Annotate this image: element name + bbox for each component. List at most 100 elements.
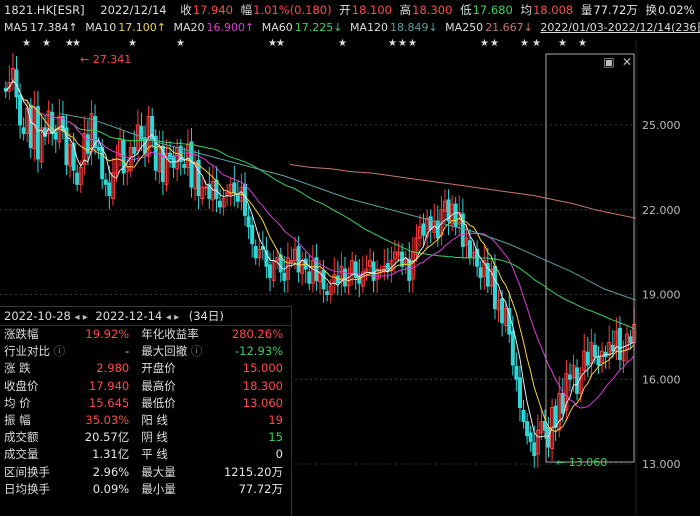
stats-row: 行业对比 ⓘ - 最大回撤 ⓘ -12.93% — [0, 343, 291, 360]
event-star[interactable]: ★ — [176, 38, 185, 49]
max-price-label: ← 27.341 — [80, 53, 131, 66]
candle-body — [307, 271, 312, 284]
stats-row: 日均换手 0.09% 最小量 77.72万 — [0, 481, 291, 498]
event-star[interactable]: ★ — [558, 38, 567, 49]
y-tick-label: 13.000 — [642, 458, 681, 471]
event-star[interactable]: ★ — [532, 38, 541, 49]
range-stats-panel: 2022-10-28 ◂ ▸ 2022-12-14 ◂ ▸ (34日) 涨跌幅 1… — [0, 306, 292, 516]
candle-body — [514, 366, 519, 380]
candle-body — [575, 367, 580, 394]
candle-body — [585, 351, 590, 366]
event-star[interactable]: ★ — [128, 38, 137, 49]
candle-body — [282, 272, 287, 281]
y-tick-label: 25.000 — [642, 119, 681, 132]
stat-label: 振 幅 — [4, 413, 31, 428]
candle-body — [628, 336, 633, 344]
event-star[interactable]: ★ — [408, 38, 417, 49]
event-star[interactable]: ★ — [398, 38, 407, 49]
stat-value: 17.940 — [88, 378, 130, 393]
candle-body — [560, 392, 565, 414]
event-star[interactable]: ★ — [578, 38, 587, 49]
candle-body — [492, 265, 497, 310]
range-days: (34日) — [188, 309, 224, 323]
candle-body — [232, 182, 237, 194]
event-star[interactable]: ★ — [338, 38, 347, 49]
range-end-arrows[interactable]: ◂ ▸ — [166, 312, 179, 323]
stat-label: 最大回撤 ⓘ — [137, 343, 213, 360]
event-star[interactable]: ★ — [42, 38, 51, 49]
candle-body — [28, 104, 33, 149]
event-star[interactable]: ★ — [276, 38, 285, 49]
candle-body — [421, 223, 426, 236]
candle-body — [296, 245, 301, 273]
candle-body — [218, 200, 223, 208]
stat-value: 15 — [268, 430, 283, 445]
stats-row: 振 幅 35.03% 阳 线 19 — [0, 412, 291, 429]
maximize-icon[interactable]: ▣ — [602, 56, 616, 68]
stat-label: 最大量 — [141, 464, 176, 479]
candle-body — [253, 245, 258, 259]
stat-value: 2.96% — [92, 464, 130, 479]
stats-row: 成交量 1.31亿平 线 0 — [0, 446, 291, 463]
stat-label: 开盘价 — [141, 361, 176, 376]
candle-body — [246, 216, 251, 228]
stat-label: 涨跌幅 — [4, 327, 39, 342]
range-stats-header: 2022-10-28 ◂ ▸ 2022-12-14 ◂ ▸ (34日) — [0, 307, 291, 326]
y-axis: 25.000 22.000 19.000 16.000 13.000 — [642, 119, 681, 471]
candle-body — [532, 442, 537, 457]
event-star[interactable]: ★ — [72, 38, 81, 49]
range-end[interactable]: 2022-12-14 — [95, 309, 162, 323]
candle-body — [385, 262, 390, 270]
candle-body — [500, 298, 505, 324]
stat-value: 19.92% — [85, 327, 130, 342]
stat-value: 20.57亿 — [84, 430, 130, 445]
stat-label: 均 价 — [4, 395, 31, 410]
stats-row: 涨跌幅 19.92% 年化收益率 280.26% — [0, 326, 291, 343]
stat-value: 2.980 — [96, 361, 130, 376]
candle-body — [428, 216, 433, 231]
candle-body — [107, 182, 112, 197]
event-star[interactable]: ★ — [388, 38, 397, 49]
candle-body — [53, 131, 58, 140]
candle-body — [18, 94, 23, 126]
stats-row: 均 价 15.645 最低价 13.060 — [0, 395, 291, 412]
stats-row: 区间换手 2.96% 最大量 1215.20万 — [0, 464, 291, 481]
close-icon[interactable]: ✕ — [620, 56, 634, 68]
stat-label: 最小量 — [141, 481, 176, 496]
stat-value: -12.93% — [235, 344, 283, 359]
candle-body — [189, 141, 194, 188]
range-start[interactable]: 2022-10-28 — [4, 309, 71, 323]
stat-label-text: 最大回撤 — [141, 344, 188, 359]
candle-body — [371, 261, 376, 281]
candle-body — [132, 147, 137, 154]
event-star[interactable]: ★ — [22, 38, 31, 49]
event-star[interactable]: ★ — [490, 38, 499, 49]
candle-body — [467, 240, 472, 259]
candle-body — [596, 356, 601, 366]
stat-value: - — [125, 344, 130, 359]
event-star[interactable]: ★ — [520, 38, 529, 49]
stat-label: 日均换手 — [4, 481, 50, 496]
min-price-label: ← 13.060 — [556, 456, 607, 469]
stat-value: 1.31亿 — [92, 447, 130, 462]
y-tick-label: 22.000 — [642, 204, 681, 217]
candle-body — [35, 106, 40, 160]
event-star[interactable]: ★ — [480, 38, 489, 49]
candle-body — [521, 409, 526, 423]
stat-value: 280.26% — [231, 327, 283, 342]
stats-row: 成交额 20.57亿阴 线 15 — [0, 429, 291, 446]
stat-label: 最高价 — [141, 378, 176, 393]
candle-body — [342, 268, 347, 287]
stat-label: 成交量 — [4, 447, 39, 462]
stat-value: 15.000 — [242, 361, 283, 376]
help-icon[interactable]: ⓘ — [187, 344, 203, 358]
stat-value: 0.09% — [92, 481, 130, 496]
range-stats-table: 涨跌幅 19.92% 年化收益率 280.26% 行业对比 ⓘ - 最大回撤 ⓘ -12.93… — [0, 326, 291, 498]
candle-body — [567, 374, 572, 380]
candle-body — [325, 291, 330, 295]
candle-body — [235, 195, 240, 202]
candle-body — [268, 264, 273, 279]
range-start-arrows[interactable]: ◂ ▸ — [75, 312, 88, 323]
candle-body — [407, 258, 412, 281]
help-icon[interactable]: ⓘ — [50, 344, 66, 358]
